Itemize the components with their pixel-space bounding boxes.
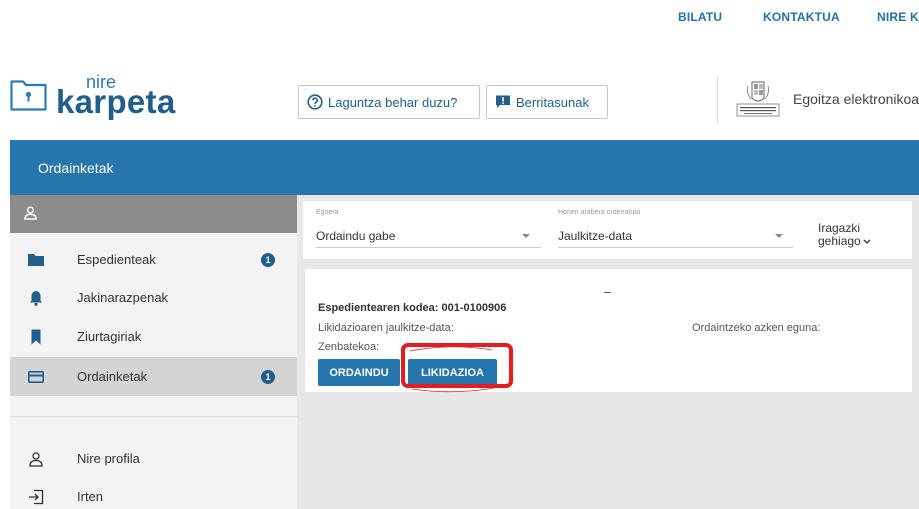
section-title: Ordainketak: [38, 160, 114, 176]
chevron-down-icon: [522, 234, 530, 238]
header-divider: [717, 76, 718, 124]
question-circle-icon: [307, 94, 323, 110]
sidebar-divider: [10, 416, 297, 417]
sidebar-item-espedienteak[interactable]: Espedienteak 1: [10, 240, 297, 279]
sidebar-item-ordainketak[interactable]: Ordainketak 1: [10, 357, 297, 396]
news-button-label: Berritasunak: [516, 94, 589, 110]
sort-filter-underline: [558, 247, 793, 248]
sort-filter-label: Honen arabera ordenatuta: [558, 209, 641, 216]
status-filter-label: Egoera: [316, 209, 339, 216]
sidebar-item-label: Espedienteak: [77, 252, 156, 267]
sidebar-item-profile[interactable]: Nire profila: [10, 439, 297, 478]
pay-button[interactable]: ORDAINDU: [318, 359, 400, 386]
announcement-icon: [495, 94, 511, 110]
chevron-down-icon: [775, 234, 783, 238]
bookmark-icon: [28, 329, 44, 345]
due-date-label: Ordaintzeko azken eguna:: [692, 322, 821, 334]
sort-filter-select[interactable]: Jaulkitze-data: [558, 222, 793, 248]
issue-date-label: Likidazioaren jaulkitze-data:: [318, 322, 454, 334]
sidebar-item-label: Ziurtagiriak: [77, 329, 142, 344]
news-button[interactable]: Berritasunak: [486, 85, 608, 119]
sidebar-item-label: Jakinarazpenak: [77, 290, 169, 305]
contact-link[interactable]: KONTAKTUA: [763, 10, 840, 24]
folder-logo-icon: [10, 80, 47, 111]
search-link[interactable]: BILATU: [678, 10, 722, 24]
more-filters-label-line2: gehiago: [818, 234, 861, 248]
logout-icon: [28, 489, 44, 505]
user-icon: [24, 206, 37, 225]
card-separator: [604, 292, 611, 293]
section-header: Ordainketak: [10, 140, 919, 195]
sidebar-item-jakinarazpenak[interactable]: Jakinarazpenak: [10, 278, 297, 317]
amount-label: Zenbatekoa:: [318, 341, 380, 353]
sidebar-item-logout[interactable]: Irten: [10, 477, 297, 509]
sidebar-item-label: Nire profila: [77, 451, 140, 466]
sidebar-item-label: Irten: [77, 489, 104, 504]
more-filters-button[interactable]: Iragazki gehiago: [818, 222, 871, 248]
case-code: Espedientearen kodea: 001-0100906: [318, 302, 507, 314]
notification-badge: 1: [261, 369, 275, 384]
electronic-office-label: Egoitza elektronikoa: [793, 91, 919, 107]
bell-icon: [28, 290, 44, 306]
highlight-scribble: [409, 346, 495, 393]
sidebar-user-header[interactable]: [10, 195, 297, 233]
folder-icon: [28, 252, 44, 268]
top-navigation: BILATU KONTAKTUA NIRE K: [0, 0, 919, 36]
nire-karpeta-logo[interactable]: nire karpeta: [10, 72, 200, 122]
my-folder-link[interactable]: NIRE K: [877, 10, 919, 24]
logo-text-bottom: karpeta: [56, 83, 176, 120]
user-icon: [28, 451, 44, 467]
help-button[interactable]: Laguntza behar duzu?: [298, 85, 480, 119]
help-button-label: Laguntza behar duzu?: [328, 94, 458, 110]
sidebar-item-ziurtagiriak[interactable]: Ziurtagiriak: [10, 317, 297, 356]
sidebar-item-label: Ordainketak: [77, 369, 148, 384]
credit-card-icon: [28, 369, 44, 385]
basque-government-crest-icon: [736, 81, 780, 117]
status-filter-select[interactable]: Ordaindu gabe: [316, 222, 541, 248]
notification-badge: 1: [261, 252, 275, 267]
electronic-office-link[interactable]: Egoitza elektronikoa: [733, 80, 919, 118]
sidebar: Espedienteak 1 Jakinarazpenak Ziurtagiri…: [10, 195, 297, 509]
status-filter-underline: [316, 247, 541, 248]
status-filter-value: Ordaindu gabe: [316, 229, 396, 243]
chevron-down-icon: [863, 239, 871, 244]
sort-filter-value: Jaulkitze-data: [558, 229, 633, 243]
